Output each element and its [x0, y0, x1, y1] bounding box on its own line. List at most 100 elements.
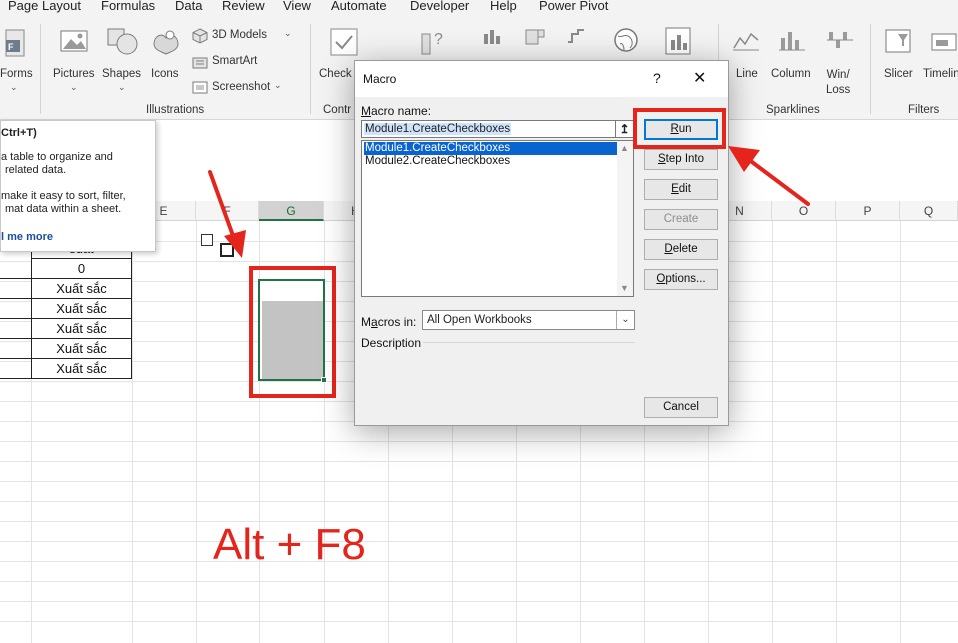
screenshot-icon [192, 81, 208, 94]
tab-formulas[interactable]: Formulas [101, 0, 155, 13]
macro-name-input[interactable]: Module1.CreateCheckboxes [361, 120, 616, 138]
pictures-label: Pictures [53, 68, 95, 80]
tell-me-more-link[interactable]: l me more [1, 231, 53, 243]
scroll-down-icon[interactable]: ▼ [620, 283, 629, 293]
icons-icon [153, 30, 179, 55]
macro-name-value: Module1.CreateCheckboxes [364, 123, 512, 135]
macro-list-item[interactable]: Module2.CreateCheckboxes [364, 155, 617, 168]
table-cell[interactable] [0, 259, 31, 279]
slicer-button[interactable]: Slicer [878, 22, 918, 94]
3d-models-button[interactable]: 3D Models ⌄ [192, 28, 302, 46]
pivotchart-icon [665, 27, 691, 55]
macros-in-select[interactable]: All Open Workbooks ⌄ [422, 310, 635, 330]
timeline-label: Timelin [923, 68, 958, 80]
shortcut-annotation: Alt + F8 [213, 520, 366, 569]
macros-in-value: All Open Workbooks [427, 314, 532, 326]
close-icon[interactable]: ✕ [693, 68, 706, 88]
forms-button[interactable]: F Forms ⌄ [0, 22, 34, 94]
checkbox-control-button[interactable]: Check [318, 22, 358, 94]
slicer-label: Slicer [884, 68, 913, 80]
waterfall-chart-icon [568, 29, 584, 43]
table-cell[interactable]: Xuất sắc [31, 299, 132, 319]
table-cell[interactable]: Xuất sắc [31, 359, 132, 379]
sparkline-line-button[interactable]: Line [728, 22, 762, 94]
smartart-button[interactable]: SmartArt [192, 54, 272, 72]
column-header[interactable]: P [836, 201, 900, 221]
tab-review[interactable]: Review [222, 0, 265, 13]
pictures-button[interactable]: Pictures ⌄ [50, 22, 98, 94]
hierarchy-chart-icon [525, 29, 545, 45]
delete-button[interactable]: Delete [644, 239, 718, 260]
table-cell[interactable] [0, 359, 31, 379]
table-cell[interactable] [0, 299, 31, 319]
sparklines-group-label: Sparklines [766, 104, 820, 116]
sparkline-column-button[interactable]: Column [770, 22, 816, 94]
tooltip-shortcut: Ctrl+T) [1, 127, 37, 139]
checkbox-label: Check [319, 68, 352, 80]
tab-automate[interactable]: Automate [331, 0, 387, 13]
table-cell[interactable]: Xuất sắc [31, 319, 132, 339]
macro-list-item[interactable]: Module1.CreateCheckboxes [364, 142, 617, 155]
timeline-button[interactable]: Timelin [922, 22, 958, 94]
macro-list[interactable]: Module1.CreateCheckboxes Module2.CreateC… [361, 140, 634, 297]
tooltip-line: a table to organize and [1, 151, 113, 163]
upload-arrow-icon[interactable]: ↥ [616, 120, 634, 138]
scroll-up-icon[interactable]: ▲ [620, 143, 629, 153]
icons-button[interactable]: Icons [148, 22, 184, 94]
forms-icon: F [5, 29, 25, 57]
illustrations-group-label: Illustrations [146, 104, 205, 116]
tab-data[interactable]: Data [175, 0, 202, 13]
sparkline-column-label: Column [771, 68, 811, 80]
table-tooltip: Ctrl+T) a table to organize and related … [0, 120, 156, 252]
table-cell[interactable]: 0 [31, 259, 132, 279]
menu-bar: Page Layout Formulas Data Review View Au… [0, 0, 958, 18]
chevron-down-icon[interactable]: ⌄ [616, 311, 634, 329]
slicer-icon [885, 29, 911, 53]
maps-icon [614, 28, 638, 52]
create-button[interactable]: Create [644, 209, 718, 230]
timeline-icon [931, 33, 957, 51]
svg-text:F: F [8, 42, 14, 52]
screenshot-button[interactable]: Screenshot ⌄ [192, 80, 292, 98]
smartart-label: SmartArt [212, 55, 258, 67]
screenshot-label: Screenshot [212, 81, 271, 93]
shapes-icon [107, 28, 138, 55]
table-cell[interactable]: Xuất sắc [31, 279, 132, 299]
checkbox-icon [330, 28, 358, 56]
macros-in-label: Macros in: [361, 315, 417, 329]
tab-page-layout[interactable]: Page Layout [8, 0, 81, 13]
column-header[interactable]: G [259, 201, 324, 221]
dialog-titlebar: Macro ? ✕ [355, 61, 728, 97]
tab-developer[interactable]: Developer [410, 0, 469, 13]
help-button[interactable]: ? [653, 70, 661, 86]
column-header[interactable]: Q [900, 201, 958, 221]
sparkline-line-icon [733, 32, 759, 51]
tooltip-line: mat data within a sheet. [5, 203, 122, 215]
options-button[interactable]: Options... [644, 269, 718, 290]
arrow-to-selection-icon [208, 170, 246, 258]
dialog-title: Macro [363, 72, 397, 86]
shapes-label: Shapes [102, 68, 142, 80]
column-chart-icon [484, 30, 500, 44]
sparkline-column-icon [779, 32, 805, 51]
table-cell[interactable] [0, 279, 31, 299]
table-cell[interactable]: Xuất sắc [31, 339, 132, 359]
step-into-button[interactable]: Step Into [644, 149, 718, 170]
macro-list-scrollbar[interactable]: ▲ ▼ [617, 141, 633, 296]
shapes-button[interactable]: Shapes ⌄ [100, 22, 144, 94]
tooltip-line: make it easy to sort, filter, [1, 190, 126, 202]
tab-view[interactable]: View [283, 0, 311, 13]
filters-group-label: Filters [908, 104, 940, 116]
pictures-icon [60, 30, 88, 52]
table-cell[interactable] [0, 319, 31, 339]
edit-button[interactable]: Edit [644, 179, 718, 200]
3d-models-icon [192, 28, 208, 44]
sparkline-winloss-button[interactable]: Win/ Loss [822, 22, 858, 110]
tab-power-pivot[interactable]: Power Pivot [539, 0, 608, 13]
tab-help[interactable]: Help [490, 0, 517, 13]
sparkline-winloss-icon [827, 32, 853, 48]
sparkline-line-label: Line [736, 68, 758, 80]
table-cell[interactable] [0, 339, 31, 359]
forms-label: Forms [0, 68, 33, 80]
cancel-button[interactable]: Cancel [644, 397, 718, 418]
